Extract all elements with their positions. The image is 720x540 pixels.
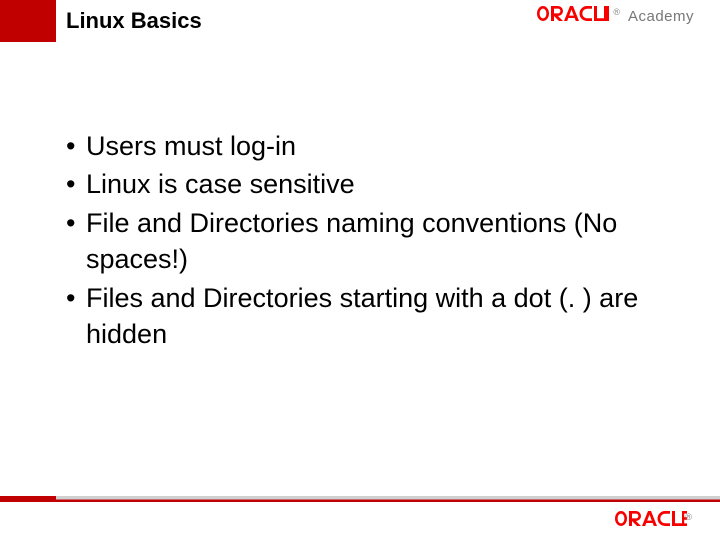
oracle-logo — [537, 6, 609, 21]
oracle-logo — [615, 511, 687, 526]
brand-suffix: Academy — [628, 8, 694, 25]
bullet-item: File and Directories naming conventions … — [66, 205, 670, 278]
top-brand: ® Academy — [537, 6, 694, 25]
bullet-item: Users must log-in — [66, 128, 670, 164]
bottom-brand: ® — [615, 511, 694, 528]
registered-mark: ® — [685, 512, 692, 522]
slide-body: Users must log-in Linux is case sensitiv… — [66, 128, 670, 355]
footer-divider — [0, 496, 720, 502]
bullet-list: Users must log-in Linux is case sensitiv… — [66, 128, 670, 353]
slide: Linux Basics — [0, 0, 720, 540]
accent-box — [0, 0, 56, 42]
registered-mark: ® — [613, 7, 620, 17]
bullet-item: Files and Directories starting with a do… — [66, 280, 670, 353]
slide-title: Linux Basics — [66, 8, 202, 34]
bullet-item: Linux is case sensitive — [66, 166, 670, 202]
